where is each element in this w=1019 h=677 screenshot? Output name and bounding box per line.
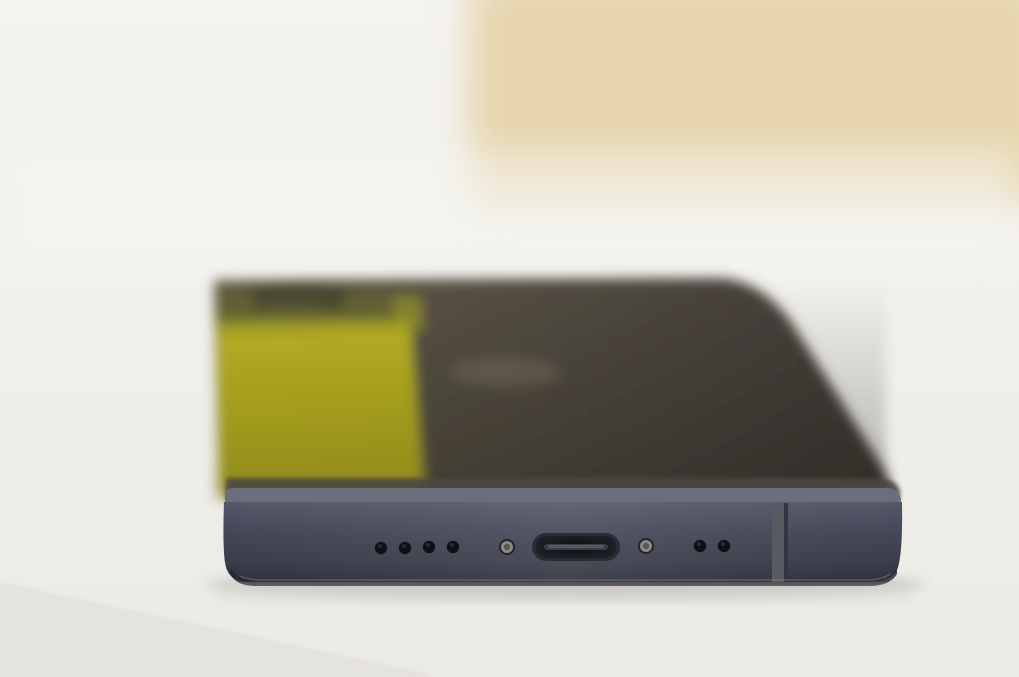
screw-icon (499, 539, 515, 555)
screw-icon (638, 538, 654, 554)
phone (214, 278, 903, 586)
antenna-band (772, 503, 784, 582)
usb-c-port-icon (532, 533, 620, 561)
photo-scene (0, 0, 1019, 677)
phone-photo (0, 0, 1019, 677)
